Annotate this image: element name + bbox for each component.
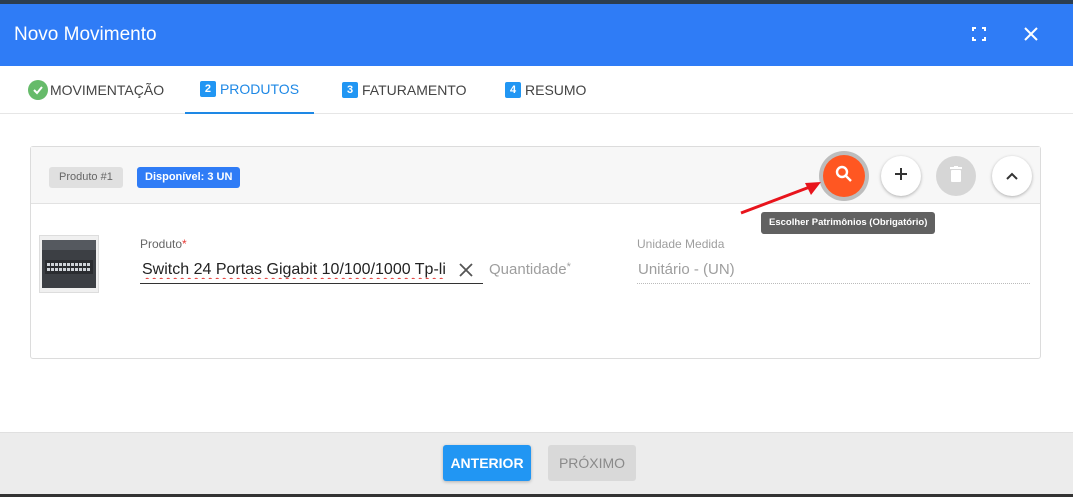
trash-icon: [950, 165, 962, 187]
produto-underline: [140, 283, 483, 284]
unidade-input: Unitário - (UN): [638, 261, 735, 278]
tab-label: MOVIMENTAÇÃO: [50, 82, 165, 98]
chevron-up-icon: [1006, 167, 1018, 185]
collapse-card-button[interactable]: [992, 156, 1032, 196]
product-number-chip: Produto #1: [49, 167, 123, 188]
available-stock-badge: Disponível: 3 UN: [137, 167, 241, 188]
wizard-tabs: MOVIMENTAÇÃO 2 PRODUTOS 3 FATURAMENTO 4 …: [0, 66, 1073, 114]
fullscreen-icon: [972, 26, 986, 46]
close-button[interactable]: [1018, 23, 1044, 49]
produto-label: Produto*: [140, 237, 187, 251]
choose-assets-button[interactable]: [823, 155, 865, 197]
tab-label: PRODUTOS: [219, 81, 300, 97]
red-arrow-annotation: [740, 182, 821, 215]
step-badge: 3: [342, 82, 358, 98]
tab-faturamento[interactable]: 3 FATURAMENTO: [342, 66, 467, 114]
produto-input[interactable]: Switch 24 Portas Gigabit 10/100/1000 Tp-…: [142, 261, 448, 279]
dialog-header: Novo Movimento: [0, 4, 1073, 66]
tab-movimentacao[interactable]: MOVIMENTAÇÃO: [28, 66, 164, 114]
add-product-button[interactable]: [881, 156, 921, 196]
unidade-label: Unidade Medida: [637, 237, 725, 251]
step-badge: 2: [199, 81, 216, 97]
fullscreen-button[interactable]: [966, 23, 992, 49]
product-card-header: Produto #1 Disponível: 3 UN: [31, 147, 1040, 204]
quantidade-input[interactable]: Quantidade*: [489, 261, 571, 278]
delete-product-button[interactable]: [936, 156, 976, 196]
plus-icon: [894, 167, 908, 186]
previous-button[interactable]: ANTERIOR: [443, 445, 531, 481]
dialog-title: Novo Movimento: [14, 24, 157, 45]
step-badge: 4: [505, 82, 521, 98]
product-image: [39, 235, 99, 293]
dialog-footer: ANTERIOR PRÓXIMO: [0, 432, 1073, 494]
unidade-underline: [637, 283, 1030, 284]
check-circle-icon: [28, 80, 48, 100]
search-icon: [835, 165, 853, 188]
next-button[interactable]: PRÓXIMO: [548, 445, 636, 481]
new-movement-dialog: Novo Movimento MOVIMENTAÇÃO 2 PRODUTOS 3…: [0, 0, 1073, 497]
tooltip: Escolher Patrimônios (Obrigatório): [761, 212, 936, 234]
clear-x-icon: [459, 263, 473, 281]
product-card: Produto #1 Disponível: 3 UN Escolher Pat…: [30, 146, 1041, 359]
close-icon: [1023, 26, 1039, 47]
tab-label: FATURAMENTO: [362, 82, 467, 98]
clear-product-button[interactable]: [459, 263, 473, 282]
tab-label: RESUMO: [525, 82, 587, 98]
tab-resumo[interactable]: 4 RESUMO: [505, 66, 586, 114]
tab-produtos[interactable]: 2 PRODUTOS: [185, 66, 314, 114]
